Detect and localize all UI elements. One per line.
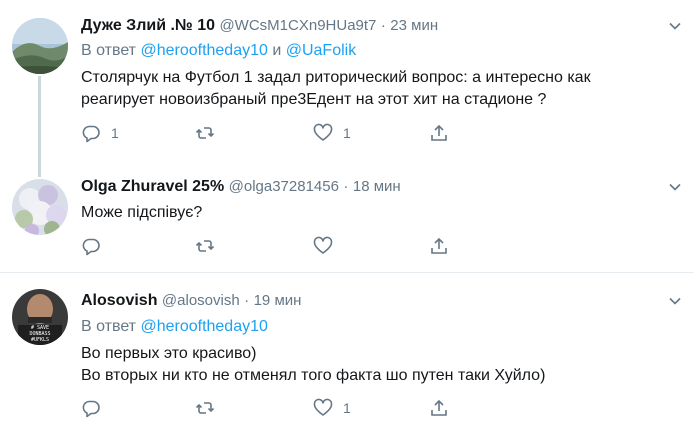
chevron-down-icon[interactable] (668, 294, 682, 308)
thread-line (38, 165, 41, 177)
username[interactable]: @alosovish (162, 292, 240, 309)
avatar[interactable] (12, 179, 68, 235)
like-count: 1 (343, 125, 351, 141)
timestamp[interactable]: 19 мин (254, 292, 302, 309)
username[interactable]: @WCsM1CXn9HUa9t7 (219, 17, 376, 34)
reply-prefix: В ответ (81, 42, 141, 59)
retweet-icon (195, 402, 215, 414)
like-button[interactable] (313, 236, 343, 256)
like-count: 1 (343, 400, 351, 416)
tweet-text: Може підспівує? (81, 202, 681, 224)
share-icon (431, 399, 447, 416)
tweet-text-line: Во первых это красиво) (81, 345, 257, 362)
retweet-button[interactable] (195, 236, 225, 256)
display-name[interactable]: Дуже Злий .№ 10 (81, 17, 215, 34)
separator-dot: · (380, 17, 386, 34)
reply-icon (82, 125, 100, 143)
share-icon (431, 237, 447, 254)
share-icon (431, 124, 447, 141)
avatar[interactable]: # SAVE DONBASS #UFKLS (12, 289, 68, 345)
tweet-header: Olga Zhuravel 25% @olga37281456 · 18 мин (81, 177, 401, 197)
action-bar (81, 236, 461, 256)
retweet-icon (195, 127, 215, 139)
display-name[interactable]: Alosovish (81, 292, 157, 309)
reply-count: 1 (111, 125, 119, 141)
username[interactable]: @olga37281456 (229, 178, 339, 195)
action-bar: 1 1 (81, 123, 461, 143)
heart-icon (313, 236, 333, 254)
tweet[interactable]: Дуже Злий .№ 10 @WCsM1CXn9HUa9t7 · 23 ми… (0, 0, 694, 166)
tweet-text: Во первых это красиво) Во вторых ни кто … (81, 343, 681, 387)
retweet-button[interactable] (195, 123, 225, 143)
tweet[interactable]: # SAVE DONBASS #UFKLS Alosovish @alosovi… (0, 273, 694, 435)
tweet-text-line: Може підспівує? (81, 204, 203, 221)
mention-link[interactable]: @UaFolik (286, 42, 356, 59)
reply-button[interactable] (81, 398, 111, 418)
heart-icon (313, 123, 333, 141)
mention-link[interactable]: @herooftheday10 (140, 42, 267, 59)
timestamp[interactable]: 18 мин (353, 178, 401, 195)
action-bar: 1 (81, 398, 461, 418)
chevron-down-icon[interactable] (668, 180, 682, 194)
retweet-button[interactable] (195, 398, 225, 418)
share-button[interactable] (429, 398, 449, 418)
tweet-header: Alosovish @alosovish · 19 мин (81, 291, 301, 311)
mention-link[interactable]: @herooftheday10 (140, 318, 267, 335)
reply-context: В ответ @herooftheday10 и @UaFolik (81, 41, 356, 61)
tweet-text: Столярчук на Футбол 1 задал риторический… (81, 67, 681, 111)
like-button[interactable]: 1 (313, 398, 351, 418)
tweet-text-line: реагирует новоизбраный пре3Едент на этот… (81, 91, 547, 108)
chevron-down-icon[interactable] (668, 19, 682, 33)
display-name[interactable]: Olga Zhuravel 25% (81, 178, 224, 195)
avatar-image (12, 18, 68, 74)
reply-context: В ответ @herooftheday10 (81, 317, 268, 337)
avatar[interactable] (12, 18, 68, 74)
reply-prefix: В ответ (81, 318, 141, 335)
share-button[interactable] (429, 236, 449, 256)
avatar-image (12, 179, 68, 235)
tweet-text-line: Во вторых ни кто не отменял того факта ш… (81, 367, 546, 384)
reply-button[interactable]: 1 (81, 123, 119, 143)
tweet[interactable]: Olga Zhuravel 25% @olga37281456 · 18 мин… (0, 165, 694, 271)
reply-icon (82, 400, 100, 418)
heart-icon (313, 398, 333, 416)
separator-dot: · (343, 178, 349, 195)
tweet-text-line: Столярчук на Футбол 1 задал риторический… (81, 69, 591, 86)
timestamp[interactable]: 23 мин (390, 17, 438, 34)
tweet-header: Дуже Злий .№ 10 @WCsM1CXn9HUa9t7 · 23 ми… (81, 16, 438, 36)
thread-line (38, 76, 41, 166)
like-button[interactable]: 1 (313, 123, 351, 143)
reply-joiner: и (267, 42, 286, 59)
separator-dot: · (244, 292, 250, 309)
reply-button[interactable] (81, 236, 111, 256)
avatar-caption: # SAVE DONBASS #UFKLS (29, 325, 51, 343)
reply-icon (82, 238, 100, 256)
retweet-icon (195, 240, 215, 252)
share-button[interactable] (429, 123, 449, 143)
